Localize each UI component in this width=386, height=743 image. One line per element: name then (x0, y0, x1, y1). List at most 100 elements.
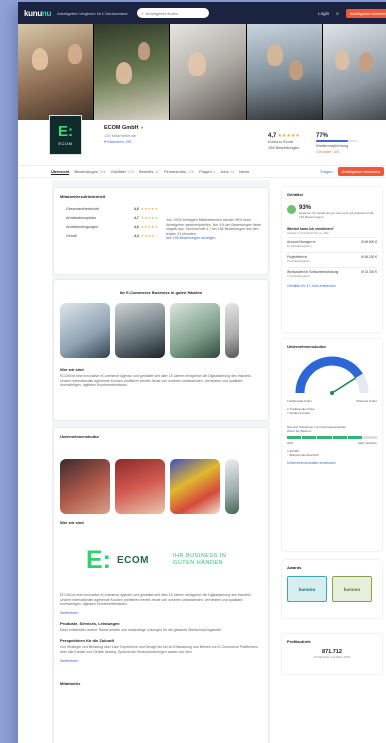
tab-2[interactable]: Bewertungen 156 (74, 169, 105, 174)
rate-employer-button[interactable]: Arbeitgeber bewerten (345, 8, 386, 18)
rating-row[interactable]: Gesamtzufriedenheit 4,6 ★★★★★ (66, 207, 158, 211)
about-text: ECOM ist eine innovative eCommerce Agent… (60, 374, 252, 388)
award-badge[interactable]: kununu (332, 576, 372, 602)
views-title: Profilaufrufe (287, 639, 311, 644)
about-heading: Wer wir sind (60, 367, 84, 372)
culture-balance-bar (287, 436, 378, 439)
thumbs-up-icon (287, 205, 296, 214)
search-input[interactable]: ⌕ Arbeitgeber finden (137, 8, 210, 18)
culture-compass-card: Unternehmenskultur Traditionelle Kultur M… (282, 339, 382, 551)
recommendation-bar (316, 140, 358, 142)
search-placeholder: Arbeitgeber finden (145, 10, 179, 16)
award-badge[interactable]: kununu (287, 576, 327, 602)
gallery-photo[interactable] (225, 303, 239, 358)
all-reviews-link[interactable]: Alle 156 Bewertungen anzeigen (166, 236, 215, 240)
culture-gallery (60, 459, 262, 514)
team-photo (94, 24, 170, 120)
culture-side-title: Unternehmenskultur (287, 344, 327, 349)
salary-title: Gehälter (287, 192, 304, 197)
top-navigation: kununu Arbeitgeber-Vergleich Nr.1 Deutsc… (18, 2, 386, 24)
salary-row[interactable]: Projektleiter:in 9 Gehaltsangaben Ø 66.200… (287, 252, 377, 265)
culture-text: ECOM ist eine innovative eCommerce Agent… (60, 593, 252, 607)
profile-tabs: Übersicht Bewertungen 156 Gehälter 133 Bene… (18, 165, 386, 178)
company-logo: E: ECOM (49, 115, 82, 155)
salary-row[interactable]: Account Manager:in 12 Gehaltsangaben Ø 56.… (287, 237, 377, 250)
read-more-link[interactable]: Weiterlesen (60, 611, 262, 615)
user-icon[interactable]: ☺ (335, 11, 340, 16)
tab-8[interactable]: News (239, 169, 249, 174)
kununu-score[interactable]: 4,7 ★★★★★ Kununu Score 156 Bewertungen (268, 133, 300, 151)
ratings-title: Mitarbeiterzufriedenheit (60, 194, 106, 199)
main-column: Mitarbeiterzufriedenheit Gesamtzufrieden… (52, 180, 270, 743)
follow-button[interactable]: Folgen (321, 169, 333, 174)
team-photo (322, 24, 386, 120)
tab-5[interactable]: Firmenkultur 126 (164, 169, 194, 174)
login-link[interactable]: Login (318, 11, 329, 16)
culture-explore-link[interactable]: Unternehmenskultur entdecken (287, 461, 377, 465)
tagline: Arbeitgeber-Vergleich Nr.1 Deutschland (57, 10, 128, 16)
culture-mini-text: Das war Teilnahmer mit Unternehmenskultu… (287, 425, 347, 433)
benefits-heading: Mitarbeiter (60, 680, 81, 686)
tab-1[interactable]: Übersicht (51, 169, 70, 175)
perspectives-text: Von Strategie und Beratung über User Exp… (60, 645, 258, 654)
team-photo (246, 24, 322, 120)
views-desc: Profilaufrufe seit März 2020 (313, 655, 351, 659)
perspectives-heading: Perspektiven für die Zukunft (60, 638, 115, 644)
team-photo (170, 24, 246, 120)
star-icon: ★★★★★ (140, 225, 158, 229)
rate-button[interactable]: Arbeitgeber bewerten (337, 167, 384, 176)
gallery-photo[interactable] (170, 459, 220, 514)
salary-explore-link[interactable]: Gehälter für 47 Jobs entdecken (287, 284, 377, 288)
recommendation-rate[interactable]: 77% Weiterempfehlung Gehälter: 4/5 (316, 133, 358, 155)
culture-balance-legend: ● ECOM ● Branchendurchschnitt (287, 449, 319, 457)
tab-3[interactable]: Gehälter 133 (111, 169, 134, 174)
star-icon: ★★★★☆ (140, 234, 158, 238)
brand-logo[interactable]: kununu (24, 9, 51, 18)
read-more-link[interactable]: Weiterlesen (60, 659, 262, 663)
company-intro-card: Ihr E-Commerce Business in guten Händen … (54, 280, 268, 420)
tab-6[interactable]: Fragen 4 (199, 169, 215, 174)
culture-gauge (295, 356, 369, 395)
screen: kununu Arbeitgeber-Vergleich Nr.1 Deutsc… (0, 0, 386, 743)
awards-card: Awards kununu kununu (282, 560, 382, 618)
products-heading: Produkte, Services, Leistungen (60, 620, 120, 626)
company-name: ECOM GmbH ● (104, 125, 144, 131)
gallery-photo[interactable] (60, 459, 110, 514)
rating-row[interactable]: Arbeitsatmosphäre 4,7 ★★★★★ (66, 216, 158, 220)
products-text: Dazu entwickeln unsere Teams smarte und … (60, 627, 222, 632)
gallery-photo[interactable] (225, 459, 239, 514)
profile-views-card: Profilaufrufe 871.712 Profilaufrufe seit… (282, 634, 382, 674)
company-profile-page: kununu Arbeitgeber-Vergleich Nr.1 Deutsc… (18, 2, 386, 743)
star-icon: ★★★★★ (140, 216, 158, 220)
ratings-card: Mitarbeiterzufriedenheit Gesamtzufrieden… (54, 188, 268, 274)
company-header: E: ECOM ECOM GmbH ● 120 Mitarbeitende ⌖ M… (18, 115, 386, 165)
salary-row[interactable]: Werkstudent:in Softwareentwicklung 7 Geha… (287, 267, 377, 280)
team-photo (18, 24, 94, 120)
search-icon: ⌕ (141, 10, 144, 16)
culture-title: Unternehmenskultur (60, 434, 100, 439)
photo-gallery (60, 303, 262, 361)
salary-subcaption: Gehalt im Durchschnitt pro Jahr (287, 231, 330, 235)
verified-icon: ● (140, 125, 144, 131)
gallery-photo[interactable] (60, 303, 110, 358)
header-photo-collage (18, 24, 386, 120)
ecom-brand-banner: E: ECOM IHR BUSINESS IN GUTEN HÄNDEN (86, 546, 227, 574)
star-icon: ★★★★★ (140, 207, 158, 211)
company-location[interactable]: ⌖ München, DE (104, 139, 136, 145)
gallery-photo[interactable] (115, 459, 165, 514)
gauge-right-label: Moderne Kultur (356, 399, 377, 403)
tab-4[interactable]: Benefits 32 (139, 169, 159, 174)
salary-card: Gehälter 93% bewerten ihr Gehalt als gut … (282, 187, 382, 332)
ratings-description: Von 100% befragten Mitarbeitenden würden… (166, 218, 262, 241)
intro-title: Ihr E-Commerce Business in guten Händen (119, 290, 203, 295)
tab-7[interactable]: Jobs 24 (220, 169, 234, 174)
rating-row[interactable]: Arbeitsbedingungen 4,6 ★★★★★ (66, 225, 158, 229)
gauge-left-label: Traditionelle Kultur (287, 399, 312, 403)
rating-row[interactable]: Gehalt 4,3 ★★★★☆ (66, 234, 158, 238)
culture-card: Unternehmenskultur Wer wir sind E: ECOM … (54, 428, 268, 743)
gallery-photo[interactable] (115, 303, 165, 358)
gallery-photo[interactable] (170, 303, 220, 358)
culture-legend: ● Traditionelle Kultur ● Moderne Kultur (287, 407, 315, 415)
salary-score: 93% bewerten ihr Gehalt als gut oder sehr… (287, 205, 377, 219)
awards-title: Awards (287, 565, 302, 570)
